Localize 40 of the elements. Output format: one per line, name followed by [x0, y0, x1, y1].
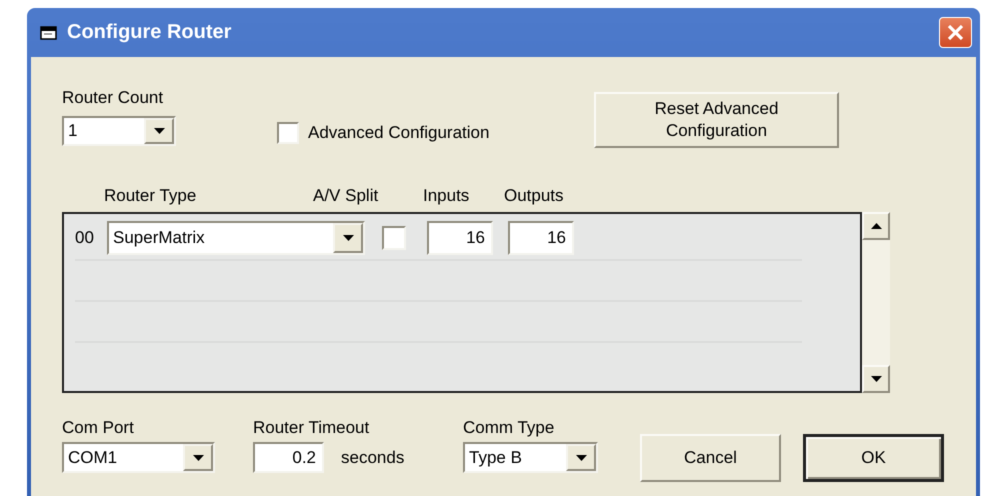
dropdown-button[interactable]	[183, 444, 213, 471]
field-label: Com Port	[62, 418, 135, 438]
checkbox[interactable]	[277, 122, 299, 144]
field-label: Router Timeout	[253, 418, 370, 438]
column-header: A/V Split	[313, 186, 380, 206]
field-label: Comm Type	[463, 418, 556, 438]
reset-button[interactable]: Reset Advanced Configuration	[594, 92, 839, 148]
inputs-field[interactable]: 16	[427, 221, 493, 255]
window-icon	[40, 26, 57, 40]
column-header: Router Type	[104, 186, 198, 206]
caret-icon	[576, 454, 586, 460]
router-type-dropdown[interactable]: SuperMatrix	[107, 221, 365, 255]
caret-icon	[870, 223, 882, 229]
outputs-field[interactable]: 16	[508, 221, 574, 255]
scroll-down-button[interactable]	[862, 365, 890, 393]
column-header: Outputs	[504, 186, 565, 206]
column-header: Inputs	[423, 186, 470, 206]
dialog-button[interactable]: OK	[803, 434, 944, 482]
caret-icon	[870, 376, 882, 382]
checkbox[interactable]	[382, 226, 406, 250]
com-port-dropdown[interactable]: COM1	[62, 442, 215, 473]
scroll-up-button[interactable]	[862, 212, 890, 240]
caret-icon	[192, 454, 204, 460]
row-number: 00	[75, 228, 95, 248]
field-label: Router Count	[62, 88, 164, 108]
checkbox-label: Advanced Configuration	[308, 123, 490, 143]
dropdown-button[interactable]	[566, 444, 596, 471]
dropdown-button[interactable]	[144, 118, 174, 144]
caret-icon	[342, 235, 354, 241]
comm-type-dropdown[interactable]: Type B	[463, 442, 598, 473]
caret-icon	[154, 128, 164, 134]
router-count-dropdown[interactable]: 1	[62, 116, 176, 146]
dialog-button[interactable]: Cancel	[640, 434, 781, 482]
window-title: Configure Router	[67, 21, 232, 44]
close-icon	[947, 24, 964, 41]
unit-label: seconds	[341, 448, 404, 468]
dropdown-button[interactable]	[333, 223, 363, 253]
timeout-field[interactable]: 0.2	[253, 442, 324, 473]
close-button[interactable]	[939, 17, 972, 48]
scrollbar[interactable]	[862, 212, 890, 393]
